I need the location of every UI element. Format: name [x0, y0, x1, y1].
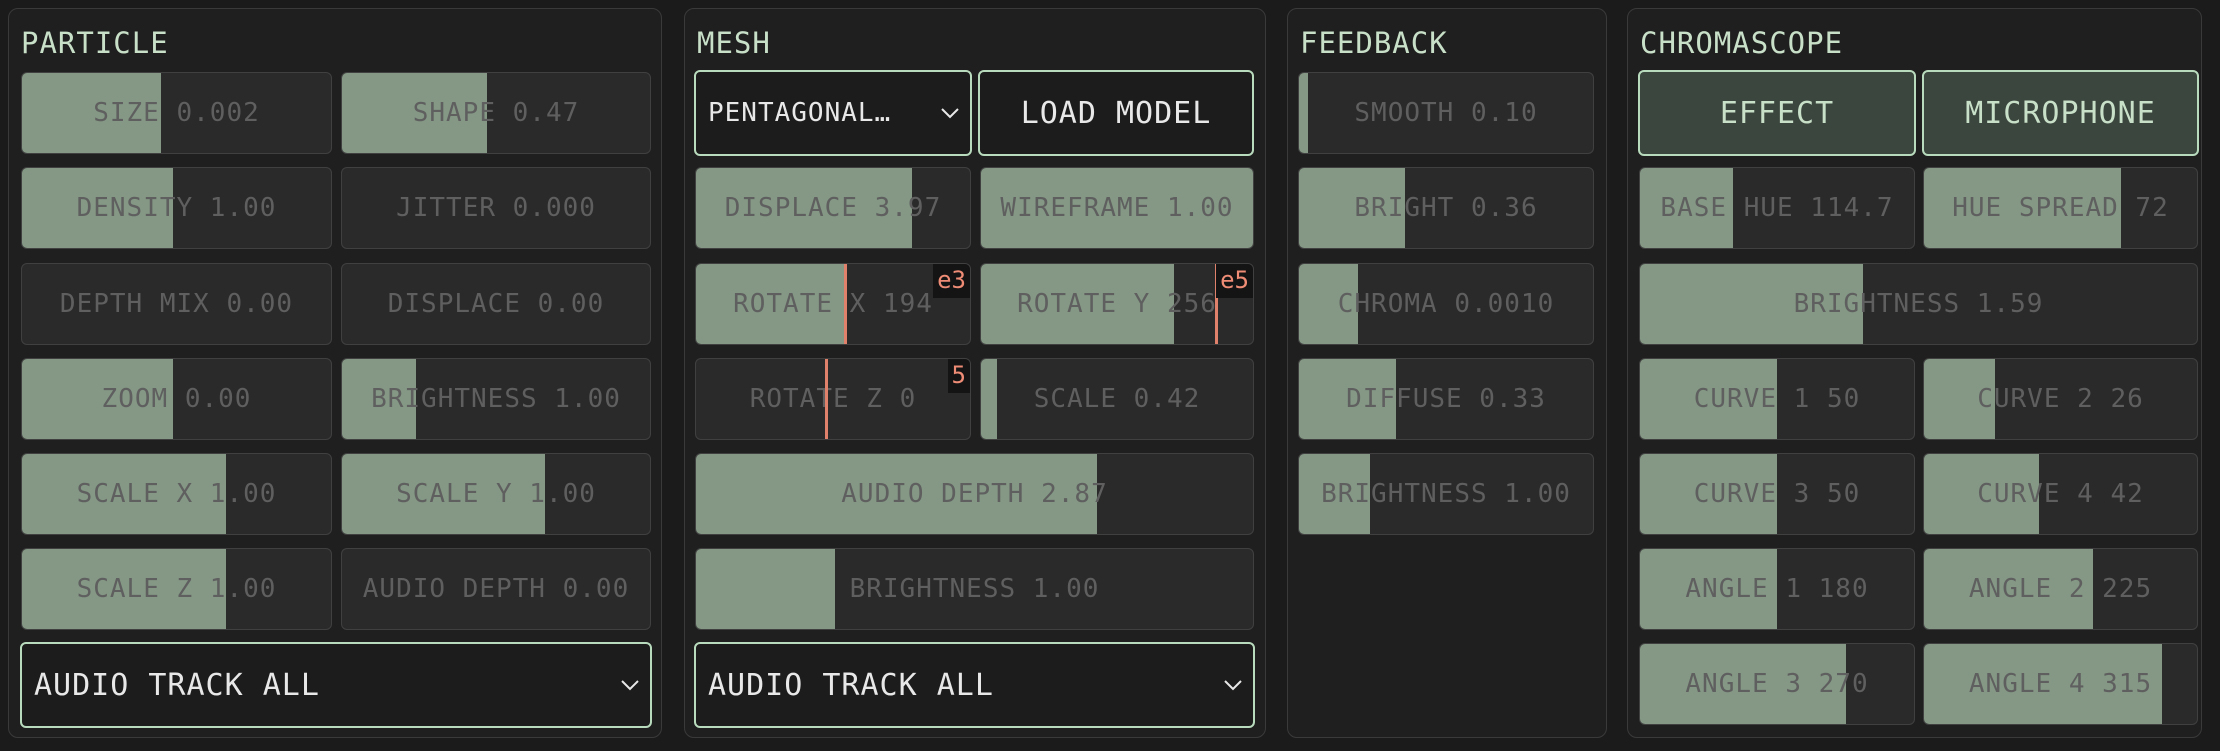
slider-audio-depth[interactable]: AUDIO DEPTH 2.87 — [695, 453, 1254, 535]
slider-label: ROTATE Z 0 — [749, 384, 917, 414]
slider-label: CURVE 2 26 — [1977, 384, 2144, 414]
slider-label: BRIGHTNESS 1.59 — [1793, 289, 2044, 319]
slider-label: ANGLE 1 180 — [1685, 574, 1869, 604]
range-marker — [843, 264, 847, 344]
slider-label: SIZE 0.002 — [93, 98, 260, 128]
slider-label: SCALE Z 1.00 — [76, 574, 277, 604]
slider-label: WIREFRAME 1.00 — [1000, 193, 1234, 223]
slider-angle-4[interactable]: ANGLE 4 315 — [1923, 643, 2198, 725]
slider-label: CURVE 3 50 — [1693, 479, 1861, 509]
slider-base-hue[interactable]: BASE HUE 114.7 — [1639, 167, 1915, 249]
slider-displace[interactable]: DISPLACE 0.00 — [341, 263, 651, 345]
slider-scale-y[interactable]: SCALE Y 1.00 — [341, 453, 651, 535]
slider-brightness[interactable]: BRIGHTNESS 1.00 — [1298, 453, 1594, 535]
slider-label: ROTATE X 194 — [733, 289, 933, 319]
slider-label: DEPTH MIX 0.00 — [59, 289, 294, 319]
slider-brightness[interactable]: BRIGHTNESS 1.00 — [341, 358, 651, 440]
slider-brightness[interactable]: BRIGHTNESS 1.00 — [695, 548, 1254, 630]
slider-label: SMOOTH 0.10 — [1354, 98, 1538, 128]
particle-audio-track-select[interactable]: AUDIO TRACK ALL — [20, 642, 652, 728]
slider-displace[interactable]: DISPLACE 3.97 — [695, 167, 971, 249]
slider-scale-x[interactable]: SCALE X 1.00 — [21, 453, 332, 535]
chevron-down-icon — [621, 680, 639, 691]
chevron-down-icon — [941, 108, 959, 119]
slider-curve-4[interactable]: CURVE 4 42 — [1923, 453, 2198, 535]
slider-label: BASE HUE 114.7 — [1660, 193, 1894, 223]
slider-label: ROTATE Y 256 — [1017, 289, 1217, 319]
slider-label: CURVE 4 42 — [1977, 479, 2144, 509]
panel-title: PARTICLE — [21, 26, 169, 60]
select-value: AUDIO TRACK ALL — [708, 667, 994, 703]
mesh-audio-track-select[interactable]: AUDIO TRACK ALL — [694, 642, 1255, 728]
slider-brightness[interactable]: BRIGHTNESS 1.59 — [1639, 263, 2198, 345]
slider-audio-depth[interactable]: AUDIO DEPTH 0.00 — [341, 548, 651, 630]
slider-label: DENSITY 1.00 — [76, 193, 277, 223]
panel-title: MESH — [697, 26, 771, 60]
slider-smooth[interactable]: SMOOTH 0.10 — [1298, 72, 1594, 154]
microphone-button[interactable]: MICROPHONE — [1922, 70, 2199, 156]
slider-label: BRIGHTNESS 1.00 — [849, 574, 1100, 604]
slider-label: ANGLE 4 315 — [1968, 669, 2153, 699]
slider-label: ZOOM 0.00 — [101, 384, 252, 414]
slider-label: CURVE 1 50 — [1693, 384, 1861, 414]
slider-label: SHAPE 0.47 — [412, 98, 580, 128]
slider-curve-2[interactable]: CURVE 2 26 — [1923, 358, 2198, 440]
slider-angle-2[interactable]: ANGLE 2 225 — [1923, 548, 2198, 630]
slider-label: HUE SPREAD 72 — [1952, 193, 2169, 223]
slider-label: SCALE 0.42 — [1033, 384, 1201, 414]
slider-label: DISPLACE 3.97 — [724, 193, 942, 223]
slider-curve-1[interactable]: CURVE 1 50 — [1639, 358, 1915, 440]
slider-size[interactable]: SIZE 0.002 — [21, 72, 332, 154]
slider-hue-spread[interactable]: HUE SPREAD 72 — [1923, 167, 2198, 249]
slider-scale-z[interactable]: SCALE Z 1.00 — [21, 548, 332, 630]
select-value: PENTAGONAL… — [708, 98, 892, 128]
load-model-button[interactable]: LOAD MODEL — [978, 70, 1254, 156]
model-select[interactable]: PENTAGONAL… — [694, 70, 972, 156]
exponent-badge: e3 — [933, 264, 970, 298]
slider-label: SCALE X 1.00 — [76, 479, 277, 509]
slider-shape[interactable]: SHAPE 0.47 — [341, 72, 651, 154]
slider-label: BRIGHT 0.36 — [1354, 193, 1538, 223]
effect-button[interactable]: EFFECT — [1638, 70, 1916, 156]
slider-diffuse[interactable]: DIFFUSE 0.33 — [1298, 358, 1594, 440]
slider-label: ANGLE 3 270 — [1685, 669, 1869, 699]
slider-zoom[interactable]: ZOOM 0.00 — [21, 358, 332, 440]
slider-wireframe[interactable]: WIREFRAME 1.00 — [980, 167, 1254, 249]
slider-angle-1[interactable]: ANGLE 1 180 — [1639, 548, 1915, 630]
slider-label: JITTER 0.000 — [396, 193, 596, 223]
slider-jitter[interactable]: JITTER 0.000 — [341, 167, 651, 249]
slider-label: DISPLACE 0.00 — [387, 289, 605, 319]
slider-label: AUDIO DEPTH 2.87 — [841, 479, 1108, 509]
slider-label: ANGLE 2 225 — [1968, 574, 2153, 604]
chevron-down-icon — [1224, 680, 1242, 691]
slider-rotate-x[interactable]: ROTATE X 194 e3 — [695, 263, 971, 345]
slider-chroma[interactable]: CHROMA 0.0010 — [1298, 263, 1594, 345]
exponent-badge: 5 — [947, 359, 970, 393]
exponent-badge: e5 — [1216, 264, 1253, 298]
slider-label: CHROMA 0.0010 — [1337, 289, 1555, 319]
slider-label: AUDIO DEPTH 0.00 — [362, 574, 630, 604]
slider-rotate-z[interactable]: ROTATE Z 0 5 — [695, 358, 971, 440]
slider-label: BRIGHTNESS 1.00 — [371, 384, 621, 414]
slider-rotate-y[interactable]: ROTATE Y 256 e5 — [980, 263, 1254, 345]
slider-angle-3[interactable]: ANGLE 3 270 — [1639, 643, 1915, 725]
slider-density[interactable]: DENSITY 1.00 — [21, 167, 332, 249]
panel-title: FEEDBACK — [1300, 26, 1448, 60]
slider-label: BRIGHTNESS 1.00 — [1321, 479, 1571, 509]
select-value: AUDIO TRACK ALL — [34, 667, 320, 703]
range-marker — [824, 359, 828, 439]
slider-depth-mix[interactable]: DEPTH MIX 0.00 — [21, 263, 332, 345]
slider-label: SCALE Y 1.00 — [396, 479, 596, 509]
panel-title: CHROMASCOPE — [1640, 26, 1844, 60]
slider-curve-3[interactable]: CURVE 3 50 — [1639, 453, 1915, 535]
slider-bright[interactable]: BRIGHT 0.36 — [1298, 167, 1594, 249]
slider-scale[interactable]: SCALE 0.42 — [980, 358, 1254, 440]
slider-label: DIFFUSE 0.33 — [1346, 384, 1546, 414]
